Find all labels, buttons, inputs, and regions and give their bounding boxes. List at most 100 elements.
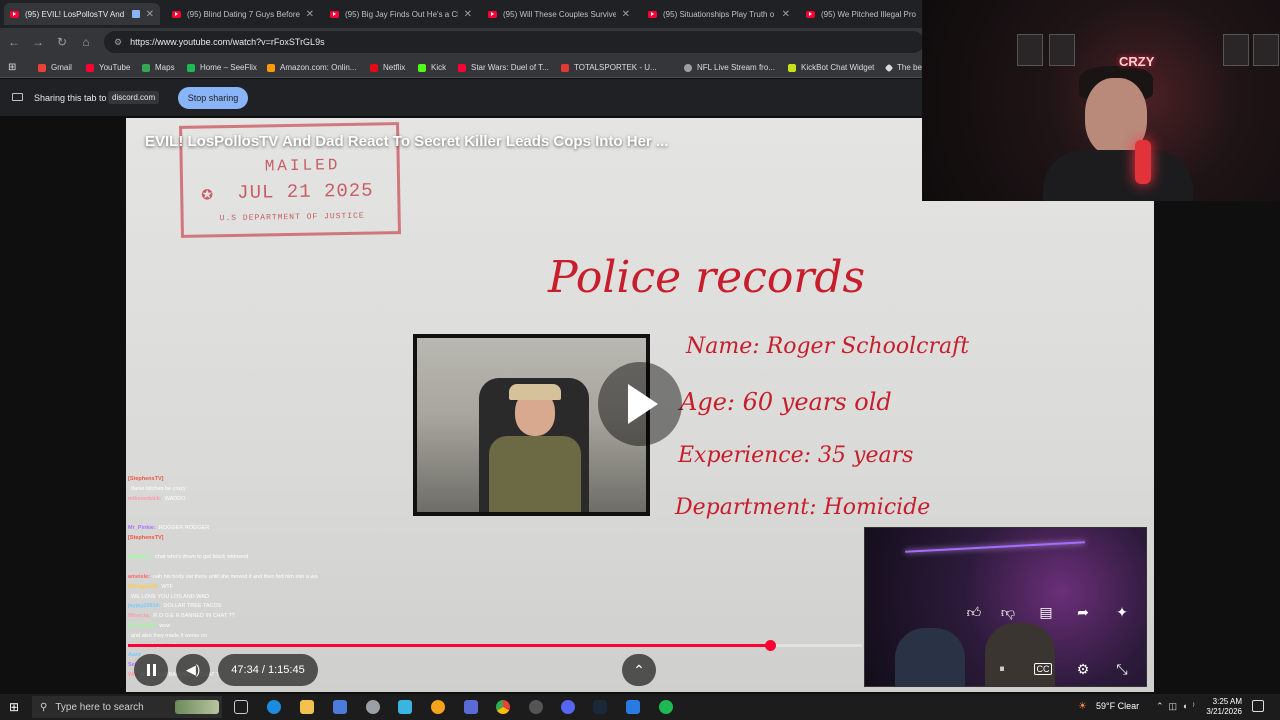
file-explorer-icon[interactable] [300, 700, 314, 714]
calculator-icon[interactable] [333, 700, 347, 714]
chat-text: WADDO [164, 495, 186, 502]
exit-miniplayer-icon[interactable]: ⤡ [1111, 661, 1133, 678]
site-info-icon[interactable]: ⚙ [114, 37, 122, 48]
close-icon[interactable]: ✕ [464, 9, 472, 20]
home-icon[interactable]: ⌂ [78, 34, 94, 50]
bookmark-other[interactable]: The be [884, 61, 922, 74]
remix-icon[interactable]: ✦ [1111, 604, 1133, 621]
arrow-right-icon[interactable]: → [30, 34, 46, 50]
system-clock[interactable]: 3:25 AM 3/21/2026 [1196, 697, 1242, 717]
volume-button[interactable]: ◀) [176, 654, 210, 686]
reload-icon[interactable]: ↻ [54, 34, 70, 50]
bookmark-label: The be [897, 63, 922, 72]
tab-label: (95) Situationships Play Truth o [663, 9, 775, 19]
chat-text: and also they made it worse no [131, 632, 208, 639]
pause-icon[interactable]: ⏸︎ [991, 663, 1013, 676]
app-icon[interactable] [366, 700, 380, 714]
discord-icon[interactable] [561, 700, 575, 714]
video-title[interactable]: EVIL! LosPollosTV And Dad React To Secre… [145, 133, 668, 150]
windows-start-icon[interactable]: ⊞ [9, 700, 23, 714]
seeflix-icon [187, 63, 195, 72]
chat-message: these bitches be crazy [128, 485, 318, 495]
bookmark-totalsportek[interactable]: TOTALSPORTEK - U... [561, 61, 657, 74]
bookmark-label: Maps [155, 63, 175, 72]
app-icon[interactable] [398, 700, 412, 714]
chat-message: and also they made it worse no [128, 632, 318, 642]
amazon-icon [267, 63, 275, 72]
chrome-icon[interactable] [496, 700, 510, 714]
chat-message: Mr_Pinkie: ROGGER ROGGER [128, 524, 318, 534]
youtube-icon [488, 10, 497, 18]
share-icon[interactable]: ➦ [1072, 604, 1094, 621]
notification-icon[interactable] [1252, 700, 1264, 712]
captions-icon[interactable]: CC [1034, 663, 1052, 675]
tab[interactable]: (95) Situationships Play Truth o ✕ [642, 3, 796, 25]
apps-grid-icon[interactable]: ⊞ [8, 61, 16, 74]
close-icon[interactable]: ✕ [782, 9, 790, 20]
app-icon[interactable] [431, 700, 445, 714]
tab[interactable]: (95) Will These Couples Survive ✕ [482, 3, 636, 25]
tab[interactable]: (95) We Pitched Illegal Produ [800, 3, 922, 25]
clock-time: 3:25 AM [1212, 697, 1242, 706]
comment-icon[interactable]: ▤ [1035, 604, 1057, 621]
youtube-icon [10, 10, 19, 18]
bookmark-amazon[interactable]: Amazon.com: Onlin... [267, 61, 356, 74]
bookmark-seeflix[interactable]: Home – SeeFlix [187, 61, 257, 74]
pause-button[interactable] [134, 654, 168, 686]
tray-icons[interactable]: ⌃◫◖⁾ [1156, 701, 1200, 712]
webcam-overlay: CRZY [922, 0, 1280, 201]
weather-icon: ☀ [1078, 701, 1087, 712]
app-icon[interactable] [529, 700, 543, 714]
stamp-line-1: MAILED [264, 156, 341, 176]
steam-icon[interactable] [593, 700, 607, 714]
chat-username: mikeontkick: [128, 495, 162, 502]
bookmark-netflix[interactable]: Netflix [370, 61, 405, 74]
progress-bar[interactable] [128, 640, 862, 651]
task-view-icon[interactable] [234, 700, 248, 714]
chat-text: chat who's down to get black widowed [155, 554, 249, 561]
chat-text: ROGGER ROGGER [158, 524, 210, 531]
gear-icon[interactable]: ⚙ [1072, 661, 1094, 678]
youtube-icon [330, 10, 339, 18]
bookmark-label: NFL Live Stream fro... [697, 63, 775, 72]
chat-text: WE LOVE YOU LOS AND WAD [131, 593, 209, 600]
chevron-up-icon[interactable]: ⌃ [622, 654, 656, 686]
bookmark-gmail[interactable]: Gmail [38, 61, 72, 74]
tab-label: (95) We Pitched Illegal Produ [821, 9, 916, 19]
tab-label: (95) Blind Dating 7 Guys Before [187, 9, 300, 19]
stop-sharing-button[interactable]: Stop sharing [178, 87, 248, 109]
gmail-icon [38, 63, 46, 72]
bookmark-nfl[interactable]: NFL Live Stream fro... [684, 61, 775, 74]
app-icon[interactable] [626, 700, 640, 714]
spotify-icon[interactable] [659, 700, 673, 714]
record-experience: Experience: 35 years [678, 443, 914, 468]
bookmark-star-wars[interactable]: Star Wars: Duel of T... [458, 61, 549, 74]
search-highlight-icon [175, 700, 219, 714]
bookmark-kick[interactable]: Kick [418, 61, 446, 74]
mini-player[interactable]: 👍︎ 👎︎ ▤ ➦ ✦ ⏸︎ CC ⚙ ⤡ [864, 527, 1147, 687]
bookmark-label: Kick [431, 63, 447, 72]
bookmark-kickbot[interactable]: KickBot Chat Widget [788, 61, 874, 74]
progress-scrubber[interactable] [765, 640, 776, 651]
star-icon: ✪ [201, 186, 214, 203]
app-icon[interactable] [464, 700, 478, 714]
bookmark-maps[interactable]: Maps [142, 61, 175, 74]
close-icon[interactable]: ✕ [306, 9, 314, 20]
bookmark-youtube[interactable]: YouTube [86, 61, 130, 74]
url-field[interactable]: ⚙ https://www.youtube.com/watch?v=rFoxST… [104, 31, 924, 53]
youtube-icon [172, 10, 181, 18]
arrow-left-icon[interactable]: ← [6, 34, 22, 50]
tab[interactable]: (95) Big Jay Finds Out He's a Cl ✕ [324, 3, 478, 25]
edge-icon[interactable] [267, 700, 281, 714]
close-icon[interactable]: ✕ [622, 9, 630, 20]
like-icon[interactable]: 👍︎ [963, 604, 985, 621]
tab-active[interactable]: (95) EVIL! LosPollosTV And ✕ [4, 3, 160, 25]
search-icon: ⚲ [40, 701, 48, 713]
stamp-line-3: U.S DEPARTMENT OF JUSTICE [219, 211, 365, 224]
tab[interactable]: (95) Blind Dating 7 Guys Before ✕ [166, 3, 320, 25]
close-icon[interactable]: ✕ [146, 9, 154, 20]
record-name: Name: Roger Schoolcraft [686, 334, 970, 359]
play-icon[interactable] [598, 362, 682, 446]
chat-username: jayjay20914: [128, 603, 161, 610]
dislike-icon[interactable]: 👎︎ [997, 604, 1019, 621]
